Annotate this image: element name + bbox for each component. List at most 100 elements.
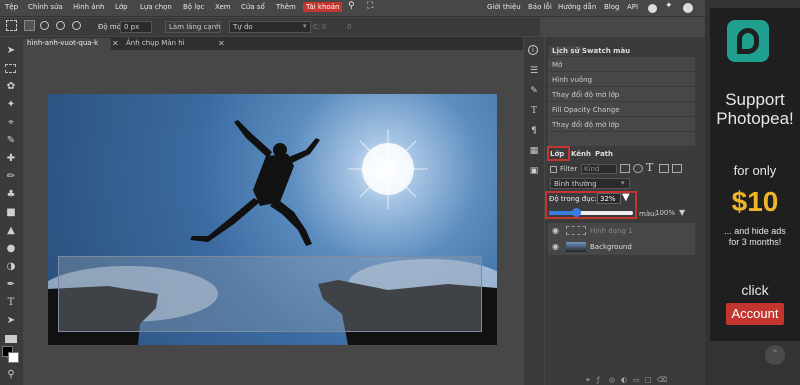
opacity-slider-track[interactable] [549,208,633,217]
twitter-icon[interactable]: ✦ [665,1,673,11]
facebook-icon[interactable] [683,3,693,13]
shape-layer-rectangle[interactable] [58,256,482,332]
folder-icon[interactable]: ▭ [633,376,640,384]
opacity-input[interactable]: 32% [597,193,621,204]
eye-icon[interactable]: ◉ [552,226,559,235]
blur-input[interactable]: 0 px [120,21,152,33]
menu-image[interactable]: Hình ảnh [73,3,104,11]
lasso-tool-icon[interactable]: ✿ [5,81,17,93]
search-icon[interactable]: ⚲ [348,1,355,11]
background-color-swatch[interactable] [8,352,19,363]
menu-window[interactable]: Cửa sổ [241,3,265,11]
eraser-tool-icon[interactable]: ■ [5,207,17,219]
add-selection-icon[interactable] [40,21,49,30]
reddit-icon[interactable] [648,4,657,13]
antialias-checkbox[interactable]: Làm láng cạnh [165,21,221,33]
menu-account[interactable]: Tài khoản [303,2,343,12]
eyedropper-icon[interactable]: ✎ [5,135,17,147]
intersect-selection-icon[interactable] [72,21,81,30]
menu-filter[interactable]: Bộ lọc [183,3,204,11]
new-layer-icon[interactable]: □ [645,376,652,384]
menu-layer[interactable]: Lớp [115,3,128,11]
filter-smart-icon[interactable] [672,164,682,173]
css-icon[interactable]: ▦ [528,145,540,157]
history-item[interactable]: Fill Opacity Change [548,102,695,117]
filter-checkbox[interactable] [550,166,557,173]
history-icon[interactable]: ☰ [528,65,540,77]
width-input[interactable]: 0 [322,23,326,31]
tab-document-2[interactable]: Ảnh chụp Màn hì [122,38,218,50]
fill-dropdown-icon[interactable]: ▼ [679,208,685,217]
type-tool-icon[interactable]: T [5,297,17,309]
character-icon[interactable]: T [528,105,540,117]
style-select[interactable]: Tự do [229,21,311,33]
adjustment-icon[interactable]: ◐ [621,376,627,384]
history-item[interactable]: Hình vuông [548,72,695,87]
marquee-tool-icon[interactable] [5,64,16,73]
dodge-tool-icon[interactable]: ◑ [5,261,17,273]
move-tool-icon[interactable]: ➤ [5,45,17,57]
marquee-tool-icon[interactable] [6,20,17,31]
layer-name[interactable]: Background [590,243,632,251]
brush-tool-icon[interactable]: ✏ [5,171,17,183]
menu-about[interactable]: Giới thiệu [487,3,521,11]
paragraph-icon[interactable]: ¶ [528,125,540,137]
layer-name[interactable]: Hình dạng 1 [590,227,633,235]
tab-document-1[interactable]: hình-anh-vuot-qua-k [23,38,111,50]
filter-kind-select[interactable]: Kind [581,164,617,174]
clone-stamp-icon[interactable]: ♣ [5,189,17,201]
menu-select[interactable]: Lựa chọn [140,3,172,11]
history-item[interactable]: Thay đổi độ mờ lớp [548,87,695,102]
scroll-up-icon[interactable]: ⌃ [765,345,785,365]
eye-icon[interactable]: ◉ [552,242,559,251]
pen-tool-icon[interactable]: ✒ [5,279,17,291]
menu-view[interactable]: Xem [215,3,231,11]
blur-tool-icon[interactable]: ● [5,243,17,255]
zoom-tool-icon[interactable]: ⚲ [5,369,17,381]
mask-icon[interactable]: ◎ [609,376,615,384]
filter-adjust-icon[interactable] [633,164,643,173]
menu-blog[interactable]: Blog [604,3,619,11]
effects-icon[interactable]: ƒ [597,376,599,384]
history-item[interactable]: Mở [548,57,695,72]
new-selection-icon[interactable] [24,20,35,31]
tab-layers[interactable]: Lớp [550,150,564,158]
menu-report-bug[interactable]: Báo lỗi [528,3,552,11]
magic-wand-icon[interactable]: ✦ [5,99,17,111]
layer-row[interactable]: ◉ Hình dạng 1 [548,223,695,239]
healing-brush-icon[interactable]: ✚ [5,153,17,165]
filter-pixel-icon[interactable] [620,164,630,173]
link-icon[interactable]: ⚭ [585,376,591,384]
tab-swatches[interactable]: Swatch màu [582,47,630,55]
layer-row[interactable]: ◉ Background [548,239,695,255]
menu-more[interactable]: Thêm [276,3,296,11]
opacity-slider-handle[interactable] [571,208,581,217]
tab-history[interactable]: Lịch sử [549,46,583,56]
filter-shape-icon[interactable] [659,164,669,173]
subtract-selection-icon[interactable] [56,21,65,30]
fullscreen-icon[interactable]: ⛶ [367,1,373,11]
menu-learn[interactable]: Hướng dẫn [558,3,596,11]
close-icon[interactable]: ✕ [218,39,225,48]
shape-tool-icon[interactable] [5,335,17,343]
brush-settings-icon[interactable]: ✎ [528,85,540,97]
filter-type-icon[interactable]: T [646,161,653,174]
fill-input[interactable]: 100% [655,209,675,217]
history-item[interactable]: Thay đổi độ mờ lớp [548,117,695,132]
crop-tool-icon[interactable]: ⌖ [5,117,17,129]
menu-edit[interactable]: Chỉnh sửa [28,3,63,11]
menu-file[interactable]: Tệp [5,3,18,11]
advertisement[interactable]: Support Photopea! for only $10 ... and h… [710,8,800,341]
path-select-icon[interactable]: ➤ [5,315,17,327]
blend-mode-select[interactable]: Bình thường [550,178,630,189]
delete-icon[interactable]: ⌫ [657,376,667,384]
close-icon[interactable]: ✕ [112,39,119,48]
height-input[interactable]: 0 [347,23,351,31]
tab-paths[interactable]: Path [595,150,613,158]
fill-tool-icon[interactable]: ▲ [5,225,17,237]
menu-api[interactable]: API [627,3,638,11]
opacity-dropdown-icon[interactable]: ▼ [622,192,630,203]
account-button[interactable]: Account [726,303,784,325]
image-icon[interactable]: ▣ [528,165,540,177]
info-icon[interactable]: i [528,45,538,55]
